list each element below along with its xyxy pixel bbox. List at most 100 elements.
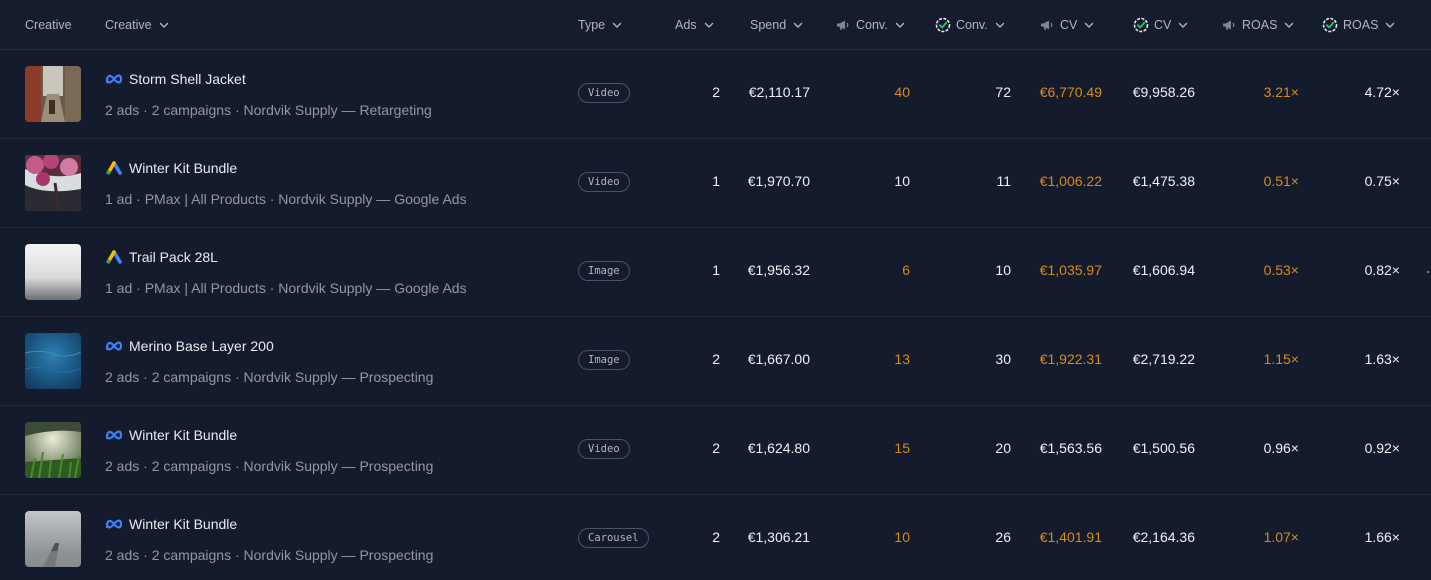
chevron-down-icon (1386, 22, 1395, 28)
header-creative-static: Creative (25, 0, 72, 49)
conv-platform-value: 10 (894, 173, 910, 189)
table-row[interactable]: Winter Kit Bundle 2 ads · 2 campaigns · … (0, 495, 1431, 580)
type-badge: Video (578, 172, 630, 192)
roas-verified-value: 1.66× (1364, 529, 1400, 545)
conv-platform-value: 40 (894, 84, 910, 100)
chevron-down-icon (895, 22, 904, 28)
sort-type-button[interactable]: Type (578, 0, 623, 49)
table-row[interactable]: Merino Base Layer 200 2 ads · 2 campaign… (0, 317, 1431, 406)
conv-platform-value: 15 (894, 440, 910, 456)
creative-title[interactable]: Storm Shell Jacket (105, 71, 246, 87)
creative-title-text: Winter Kit Bundle (129, 516, 238, 532)
conv-platform-value: 13 (894, 351, 910, 367)
conv-verified-value: 72 (995, 84, 1011, 100)
creative-title[interactable]: Trail Pack 28L (105, 249, 218, 265)
creative-subtitle: 1 ad · PMax | All Products · Nordvik Sup… (105, 280, 467, 296)
scroll-edge-marker (1427, 271, 1429, 273)
table-row[interactable]: Storm Shell Jacket 2 ads · 2 campaigns ·… (0, 50, 1431, 139)
conv-verified-value: 20 (995, 440, 1011, 456)
creative-title-text: Storm Shell Jacket (129, 71, 246, 87)
header-spend-label: Spend (750, 17, 787, 32)
creative-title[interactable]: Merino Base Layer 200 (105, 338, 274, 354)
conv-verified-value: 30 (995, 351, 1011, 367)
header-type-label: Type (578, 17, 606, 32)
pier-photo[interactable] (25, 511, 81, 567)
roas-verified-value: 0.75× (1364, 173, 1400, 189)
roas-platform-value: 0.51× (1263, 173, 1299, 189)
spend-value: €1,624.80 (747, 440, 810, 456)
conv-verified-value: 10 (995, 262, 1011, 278)
header-cv-platform-label: CV (1060, 17, 1078, 32)
chevron-down-icon (159, 22, 168, 28)
creative-title[interactable]: Winter Kit Bundle (105, 427, 237, 443)
chevron-down-icon (1285, 22, 1294, 28)
spend-value: €1,956.32 (747, 262, 810, 278)
megaphone-icon (1041, 20, 1053, 30)
blossom-photo[interactable] (25, 155, 81, 211)
creative-subtitle: 2 ads · 2 campaigns · Nordvik Supply — P… (105, 547, 434, 563)
ads-count: 1 (712, 262, 720, 278)
creative-subtitle: 2 ads · 2 campaigns · Nordvik Supply — P… (105, 458, 434, 474)
sort-ads-button[interactable]: Ads (675, 0, 715, 49)
megaphone-icon (837, 20, 849, 30)
creative-title-text: Winter Kit Bundle (129, 427, 238, 443)
conv-platform-value: 6 (902, 262, 910, 278)
verified-check-icon (1322, 17, 1338, 32)
cv-verified-value: €2,719.22 (1132, 351, 1195, 367)
ads-count: 2 (712, 440, 720, 456)
chevron-down-icon (704, 22, 713, 28)
cv-platform-value: €1,006.22 (1039, 173, 1102, 189)
creative-title-text: Winter Kit Bundle (129, 160, 238, 176)
chevron-down-icon (1085, 22, 1094, 28)
type-badge: Video (578, 83, 630, 103)
creative-title-text: Merino Base Layer 200 (129, 338, 274, 354)
table-row[interactable]: Trail Pack 28L 1 ad · PMax | All Product… (0, 228, 1431, 317)
cv-platform-value: €1,563.56 (1039, 440, 1102, 456)
meta-icon (105, 74, 123, 84)
chevron-down-icon (612, 22, 622, 28)
creative-subtitle: 1 ad · PMax | All Products · Nordvik Sup… (105, 191, 467, 207)
fog-photo[interactable] (25, 244, 81, 300)
creative-title[interactable]: Winter Kit Bundle (105, 516, 237, 532)
creative-title-text: Trail Pack 28L (129, 249, 218, 265)
spend-value: €1,306.21 (747, 529, 810, 545)
ads-count: 2 (712, 351, 720, 367)
type-badge: Video (578, 439, 630, 459)
creatives-table: Creative Creative Type Ads Spend Conv. C… (0, 0, 1431, 580)
header-creative-label: Creative (105, 17, 152, 32)
sort-roas-platform-button[interactable]: ROAS (1221, 0, 1295, 49)
creative-subtitle: 2 ads · 2 campaigns · Nordvik Supply — R… (105, 102, 432, 118)
creative-title[interactable]: Winter Kit Bundle (105, 160, 237, 176)
chevron-down-icon (793, 22, 803, 28)
roas-verified-value: 1.63× (1364, 351, 1400, 367)
roas-platform-value: 1.15× (1263, 351, 1299, 367)
sort-conv-verified-button[interactable]: Conv. (935, 0, 1006, 49)
table-row[interactable]: Winter Kit Bundle 1 ad · PMax | All Prod… (0, 139, 1431, 228)
sort-spend-button[interactable]: Spend (750, 0, 804, 49)
cv-verified-value: €1,500.56 (1132, 440, 1195, 456)
cv-verified-value: €1,475.38 (1132, 173, 1195, 189)
cv-verified-value: €9,958.26 (1132, 84, 1195, 100)
sort-conv-platform-button[interactable]: Conv. (835, 0, 906, 49)
cv-platform-value: €1,922.31 (1039, 351, 1102, 367)
roas-platform-value: 3.21× (1263, 84, 1299, 100)
sort-cv-verified-button[interactable]: CV (1133, 0, 1189, 49)
header-ads-label: Ads (675, 17, 697, 32)
alley-photo[interactable] (25, 66, 81, 122)
conv-verified-value: 11 (996, 173, 1011, 189)
sort-cv-platform-button[interactable]: CV (1039, 0, 1095, 49)
type-badge: Image (578, 261, 630, 281)
header-roas-verified-label: ROAS (1343, 17, 1379, 32)
grass-photo[interactable] (25, 422, 81, 478)
google-ads-icon (106, 161, 122, 175)
sort-creative-button[interactable]: Creative (105, 0, 170, 49)
ads-count: 2 (712, 84, 720, 100)
header-creative-static-label: Creative (25, 17, 72, 32)
roas-platform-value: 0.53× (1263, 262, 1299, 278)
ads-count: 2 (712, 529, 720, 545)
table-row[interactable]: Winter Kit Bundle 2 ads · 2 campaigns · … (0, 406, 1431, 495)
table-header: Creative Creative Type Ads Spend Conv. C… (0, 0, 1431, 50)
sort-roas-verified-button[interactable]: ROAS (1322, 0, 1396, 49)
roas-platform-value: 0.96× (1263, 440, 1299, 456)
water-photo[interactable] (25, 333, 81, 389)
